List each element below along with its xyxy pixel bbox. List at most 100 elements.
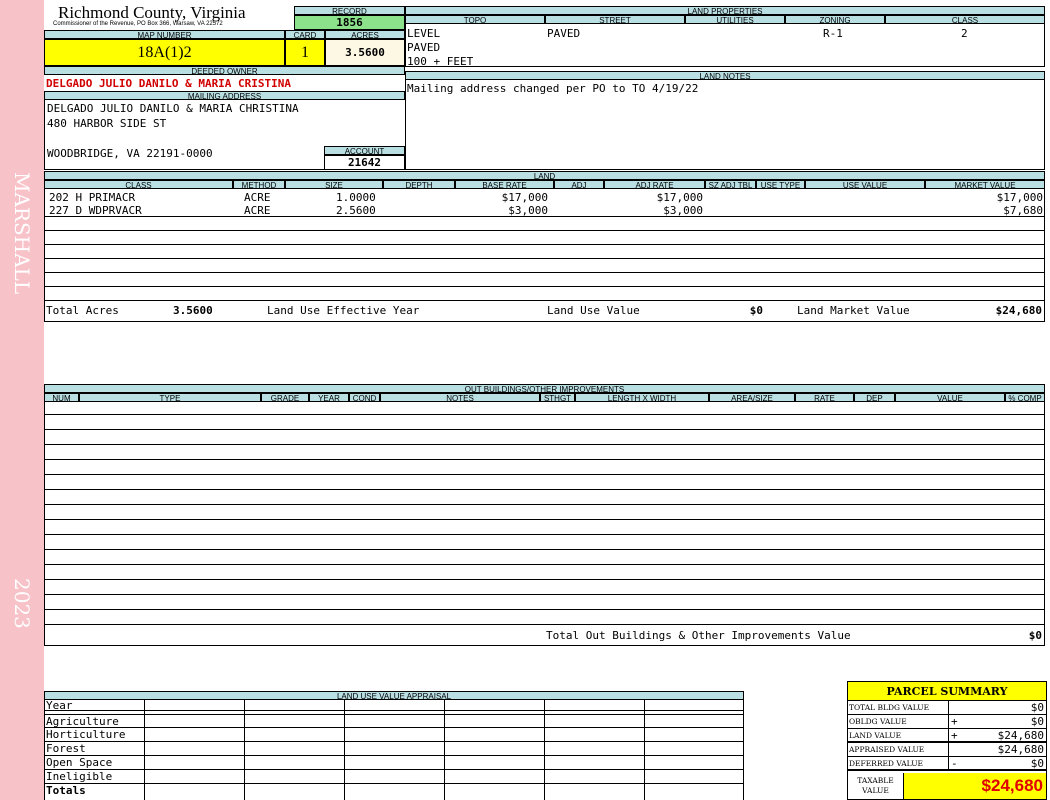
table-row xyxy=(45,287,1044,301)
table-row xyxy=(45,505,1044,520)
zoning-value: R-1 xyxy=(823,27,843,40)
summary-label: APPRAISED VALUE xyxy=(849,745,925,754)
utilities-header: UTILITIES xyxy=(685,15,785,24)
topo-header: TOPO xyxy=(405,15,545,24)
summary-label: OBLDG VALUE xyxy=(849,717,907,726)
ob-col-value: VALUE xyxy=(895,393,1005,402)
summary-operator: + xyxy=(951,729,958,742)
summary-value: $24,680 xyxy=(948,729,1046,742)
total-acres-value: 3.5600 xyxy=(173,304,213,317)
county-address: Commissioner of the Revenue, PO Box 366,… xyxy=(53,21,223,27)
map-number-header: MAP NUMBER xyxy=(44,30,285,39)
ob-col-type: TYPE xyxy=(79,393,261,402)
land-row-adj-rate: $3,000 xyxy=(663,204,703,217)
table-row xyxy=(45,475,1044,490)
land-col-class: CLASS xyxy=(44,180,233,189)
table-row: 227 D WDPRVACR ACRE 2.5600 $3,000 $3,000… xyxy=(45,203,1044,217)
zoning-header: ZONING xyxy=(785,15,885,24)
summary-label: LAND VALUE xyxy=(849,731,902,740)
ob-col-cond: COND xyxy=(349,393,380,402)
table-row xyxy=(45,460,1044,475)
land-market-value-label: Land Market Value xyxy=(797,304,910,317)
mailing-line-4: WOODBRIDGE, VA 22191-0000 xyxy=(47,147,213,160)
table-row xyxy=(45,565,1044,580)
ob-col-rate: RATE xyxy=(795,393,854,402)
land-notes-header: LAND NOTES xyxy=(405,71,1045,80)
appraisal-divider xyxy=(344,700,345,800)
topo-value-1: LEVEL xyxy=(407,27,441,40)
appraisal-label-open-space: Open Space xyxy=(46,756,113,769)
table-row xyxy=(45,535,1044,550)
table-row xyxy=(45,610,1044,625)
land-row-base-rate: $3,000 xyxy=(508,204,548,217)
ob-col-area-size: AREA/SIZE xyxy=(709,393,795,402)
land-col-size: SIZE xyxy=(285,180,383,189)
land-row-class: 227 D WDPRVACR xyxy=(49,204,142,217)
record-header: RECORD xyxy=(294,6,405,15)
land-col-base-rate: BASE RATE xyxy=(455,180,554,189)
class-header: CLASS xyxy=(885,15,1045,24)
appraisal-label-ineligible: Ineligible xyxy=(46,770,113,783)
mailing-line-1: DELGADO JULIO DANILO & MARIA CHRISTINA xyxy=(47,102,299,115)
table-row xyxy=(45,231,1044,245)
table-row xyxy=(45,217,1044,231)
account-header: ACCOUNT xyxy=(324,146,405,155)
appraisal-divider xyxy=(144,700,145,800)
land-col-use-type: USE TYPE xyxy=(756,180,805,189)
summary-value: $0 xyxy=(948,715,1046,729)
appraisal-divider xyxy=(444,700,445,800)
street-value: PAVED xyxy=(547,27,581,40)
land-use-appraisal-table: Year Agriculture Horticulture Forest Ope… xyxy=(44,699,744,800)
account-value: 21642 xyxy=(324,155,405,170)
land-use-appraisal-header: LAND USE VALUE APPRAISAL xyxy=(44,691,744,700)
appraisal-row-year: Year xyxy=(45,699,743,712)
card-value: 1 xyxy=(285,39,325,66)
summary-operator: + xyxy=(951,715,958,728)
land-col-market-value: MARKET VALUE xyxy=(925,180,1045,189)
land-row-method: ACRE xyxy=(244,204,271,217)
land-use-value: $0 xyxy=(749,304,763,317)
parcel-summary: PARCEL SUMMARY TOTAL BLDG VALUE $0 OBLDG… xyxy=(847,681,1047,800)
land-notes-text: Mailing address changed per PO to TO 4/1… xyxy=(407,82,699,95)
summary-label: TOTAL BLDG VALUE xyxy=(849,703,930,712)
outbuildings-table-body: Total Out Buildings & Other Improvements… xyxy=(44,402,1045,646)
land-row-size: 2.5600 xyxy=(336,204,376,217)
appraisal-label-totals: Totals xyxy=(46,784,86,797)
ob-col-dep: DEP xyxy=(854,393,895,402)
ob-col-sthgt: STHGT xyxy=(540,393,575,402)
appraisal-row-agriculture: Agriculture xyxy=(45,714,743,728)
land-section-header: LAND xyxy=(44,171,1045,180)
table-row xyxy=(45,259,1044,273)
parcel-summary-title: PARCEL SUMMARY xyxy=(848,682,1046,701)
outbuildings-total-label: Total Out Buildings & Other Improvements… xyxy=(546,629,851,642)
land-table-body: 202 H PRIMACR ACRE 1.0000 $17,000 $17,00… xyxy=(44,189,1045,322)
street-header: STREET xyxy=(545,15,685,24)
appraisal-label-forest: Forest xyxy=(46,742,86,755)
mailing-address-header: MAILING ADDRESS xyxy=(44,91,405,100)
appraisal-label-horticulture: Horticulture xyxy=(46,728,126,741)
appraisal-divider xyxy=(544,700,545,800)
county-title: Richmond County, Virginia xyxy=(58,3,246,22)
summary-value: $0 xyxy=(948,701,1046,715)
land-use-value-label: Land Use Value xyxy=(547,304,640,317)
class-value: 2 xyxy=(961,27,968,40)
appraisal-row-horticulture: Horticulture xyxy=(45,728,743,742)
topo-value-2: PAVED xyxy=(407,41,441,54)
total-acres-label: Total Acres xyxy=(46,304,119,317)
sidebar-strip: MARSHALL 2023 xyxy=(0,0,44,800)
table-row xyxy=(45,415,1044,430)
appraisal-row-ineligible: Ineligible xyxy=(45,770,743,784)
land-col-depth: DEPTH xyxy=(383,180,455,189)
acres-value: 3.5600 xyxy=(325,39,405,66)
taxable-value-label: TAXABLE VALUE xyxy=(857,776,894,795)
appraisal-divider xyxy=(644,700,645,800)
table-row xyxy=(45,273,1044,287)
table-row xyxy=(45,245,1044,259)
land-col-adj: ADJ xyxy=(554,180,604,189)
deeded-owner-header: DEEDED OWNER xyxy=(44,66,405,75)
ob-col-grade: GRADE xyxy=(261,393,309,402)
ob-col-comp: % COMP xyxy=(1005,393,1045,402)
summary-value: $24,680 xyxy=(948,743,1046,757)
appraisal-row-forest: Forest xyxy=(45,742,743,756)
map-number-value: 18A(1)2 xyxy=(44,39,285,66)
